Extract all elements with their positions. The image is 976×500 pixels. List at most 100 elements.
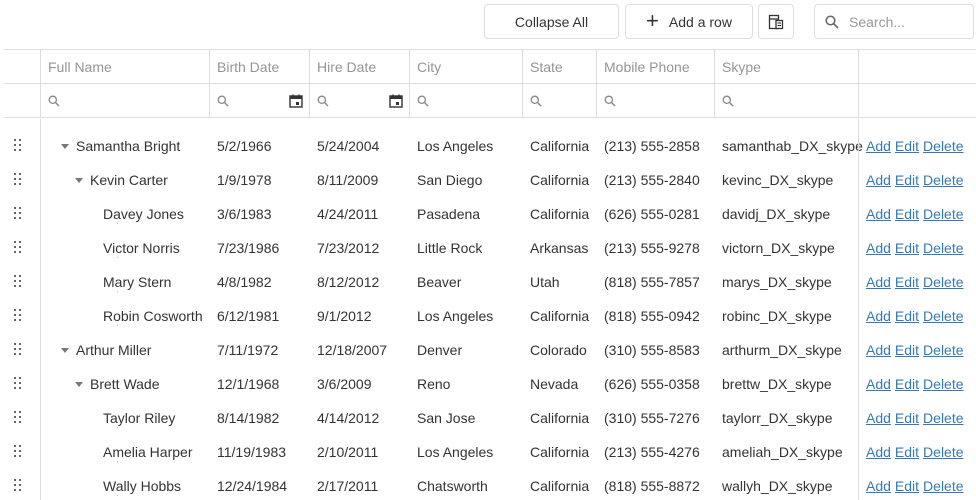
calendar-icon[interactable]: [389, 94, 403, 108]
search-panel[interactable]: [814, 4, 974, 39]
filter-birth-date[interactable]: [210, 84, 309, 117]
edit-link[interactable]: Edit: [895, 240, 919, 256]
cell-skype: victorn_DX_skype: [722, 240, 835, 256]
cell-city: Beaver: [417, 274, 462, 290]
header-mobile-phone[interactable]: Mobile Phone: [597, 50, 714, 83]
cell-phone: (818) 555-7857: [604, 274, 700, 290]
cell-city: Reno: [417, 376, 451, 392]
edit-link[interactable]: Edit: [895, 444, 919, 460]
table-row[interactable]: Amelia Harper 11/19/1983 2/10/2011 Los Ange…: [4, 435, 976, 469]
delete-link[interactable]: Delete: [923, 240, 963, 256]
cell-full-name: Robin Cosworth: [41, 299, 209, 333]
drag-handle-icon[interactable]: [14, 343, 24, 357]
cell-birth: 1/9/1978: [217, 172, 272, 188]
add-link[interactable]: Add: [866, 138, 891, 154]
drag-handle-icon[interactable]: [14, 173, 24, 187]
collapse-all-button[interactable]: Collapse All: [484, 4, 619, 39]
table-row[interactable]: Brett Wade 12/1/1968 3/6/2009 Reno Nevada (62…: [4, 367, 976, 401]
expand-caret-icon[interactable]: [75, 177, 83, 183]
filter-state[interactable]: [523, 84, 596, 117]
table-row[interactable]: Mary Stern 4/8/1982 8/12/2012 Beaver Utah (81…: [4, 265, 976, 299]
filter-mobile-phone[interactable]: [597, 84, 714, 117]
add-link[interactable]: Add: [866, 342, 891, 358]
drag-handle-icon[interactable]: [14, 241, 24, 255]
row-actions: Add Edit Delete: [859, 401, 976, 435]
table-row[interactable]: Robin Cosworth 6/12/1981 9/1/2012 Los Angel…: [4, 299, 976, 333]
row-actions: Add Edit Delete: [859, 163, 976, 197]
filter-hire-date[interactable]: [310, 84, 409, 117]
filter-skype[interactable]: [715, 84, 858, 117]
add-row-button[interactable]: + Add a row: [625, 4, 753, 39]
delete-link[interactable]: Delete: [923, 376, 963, 392]
add-link[interactable]: Add: [866, 444, 891, 460]
drag-handle-icon[interactable]: [14, 411, 24, 425]
header-full-name[interactable]: Full Name: [41, 50, 209, 83]
cell-birth: 3/6/1983: [217, 206, 272, 222]
drag-handle-icon[interactable]: [14, 377, 24, 391]
edit-link[interactable]: Edit: [895, 206, 919, 222]
table-row[interactable]: Kevin Carter 1/9/1978 8/11/2009 San Diego Ca…: [4, 163, 976, 197]
add-link[interactable]: Add: [866, 410, 891, 426]
cell-hire: 2/17/2011: [317, 478, 379, 494]
table-row[interactable]: Samantha Bright 5/2/1966 5/24/2004 Los Ange…: [4, 129, 976, 163]
calendar-icon[interactable]: [289, 94, 303, 108]
cell-state: Arkansas: [530, 240, 589, 256]
add-link[interactable]: Add: [866, 206, 891, 222]
add-link[interactable]: Add: [866, 478, 891, 494]
header-hire-date[interactable]: Hire Date: [310, 50, 409, 83]
table-row[interactable]: Victor Norris 7/23/1986 7/23/2012 Little Ro…: [4, 231, 976, 265]
cell-hire: 3/6/2009: [317, 376, 372, 392]
drag-handle-icon[interactable]: [14, 139, 24, 153]
employee-name: Taylor Riley: [103, 410, 176, 426]
filter-city[interactable]: [410, 84, 522, 117]
edit-link[interactable]: Edit: [895, 342, 919, 358]
drag-handle-icon[interactable]: [14, 207, 24, 221]
table-row[interactable]: Taylor Riley 8/14/1982 4/14/2012 San Jose Ca…: [4, 401, 976, 435]
header-state[interactable]: State: [523, 50, 596, 83]
delete-link[interactable]: Delete: [923, 172, 963, 188]
search-input[interactable]: [849, 13, 959, 30]
header-city[interactable]: City: [410, 50, 522, 83]
delete-link[interactable]: Delete: [923, 410, 963, 426]
table-row[interactable]: Arthur Miller 7/11/1972 12/18/2007 Denver Co…: [4, 333, 976, 367]
delete-link[interactable]: Delete: [923, 478, 963, 494]
table-row[interactable]: Wally Hobbs 12/24/1984 2/17/2011 Chatsworth…: [4, 469, 976, 500]
column-chooser-icon: [768, 14, 784, 29]
table-row[interactable]: Davey Jones 3/6/1983 4/24/2011 Pasadena Cali…: [4, 197, 976, 231]
employee-name: Amelia Harper: [103, 444, 193, 460]
edit-link[interactable]: Edit: [895, 376, 919, 392]
delete-link[interactable]: Delete: [923, 206, 963, 222]
delete-link[interactable]: Delete: [923, 444, 963, 460]
header-skype[interactable]: Skype: [715, 50, 858, 83]
delete-link[interactable]: Delete: [923, 138, 963, 154]
edit-link[interactable]: Edit: [895, 138, 919, 154]
edit-link[interactable]: Edit: [895, 478, 919, 494]
expand-caret-icon[interactable]: [61, 143, 69, 149]
add-link[interactable]: Add: [866, 376, 891, 392]
expand-caret-icon[interactable]: [61, 347, 69, 353]
drag-handle-icon[interactable]: [14, 309, 24, 323]
cell-phone: (626) 555-0281: [604, 206, 700, 222]
drag-handle-icon[interactable]: [14, 275, 24, 289]
header-label: City: [417, 58, 442, 75]
add-link[interactable]: Add: [866, 172, 891, 188]
edit-link[interactable]: Edit: [895, 274, 919, 290]
cell-hire: 12/18/2007: [317, 342, 388, 358]
column-chooser-button[interactable]: [758, 4, 794, 39]
edit-link[interactable]: Edit: [895, 172, 919, 188]
edit-link[interactable]: Edit: [895, 308, 919, 324]
delete-link[interactable]: Delete: [923, 342, 963, 358]
header-birth-date[interactable]: Birth Date: [210, 50, 309, 83]
edit-link[interactable]: Edit: [895, 410, 919, 426]
delete-link[interactable]: Delete: [923, 308, 963, 324]
expand-caret-icon[interactable]: [75, 381, 83, 387]
add-row-label: Add a row: [668, 13, 732, 30]
cell-birth: 7/23/1986: [217, 240, 280, 256]
delete-link[interactable]: Delete: [923, 274, 963, 290]
add-link[interactable]: Add: [866, 308, 891, 324]
filter-full-name[interactable]: [41, 84, 209, 117]
drag-handle-icon[interactable]: [14, 479, 24, 493]
add-link[interactable]: Add: [866, 274, 891, 290]
drag-handle-icon[interactable]: [14, 445, 24, 459]
add-link[interactable]: Add: [866, 240, 891, 256]
